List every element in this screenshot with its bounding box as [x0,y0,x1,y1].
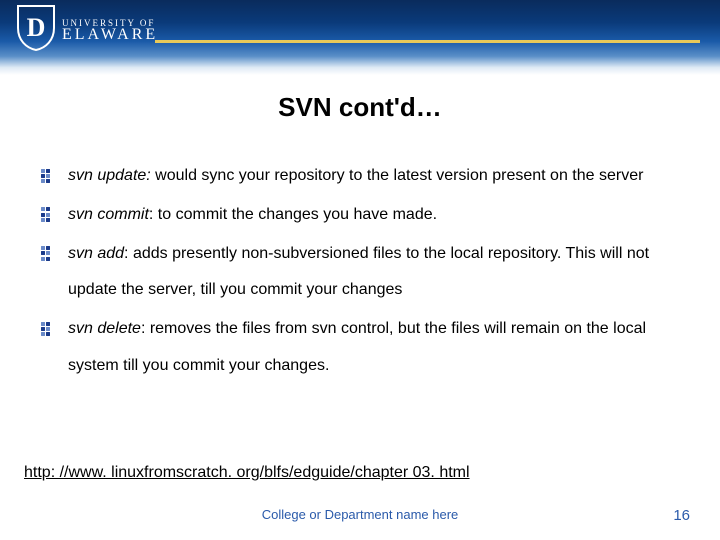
bullet-icon [40,168,54,182]
bullet-item: svn add: adds presently non-subversioned… [40,236,690,310]
bullet-item: svn update: would sync your repository t… [40,158,690,195]
bullet-icon [40,207,54,221]
bullet-text: : removes the files from svn control, bu… [68,320,646,374]
bullet-command: svn update: [68,167,151,184]
bullet-item: svn commit: to commit the changes you ha… [40,197,690,234]
footer-text: College or Department name here [0,507,720,522]
bullet-list: svn update: would sync your repository t… [40,158,690,385]
bullet-text: : adds presently non-subversioned files … [68,245,649,299]
bullet-item: svn delete: removes the files from svn c… [40,311,690,385]
svg-text:D: D [27,13,46,42]
bullet-icon [40,246,54,260]
logo-text: UNIVERSITY OF ELAWARE [62,18,158,44]
logo-line2: ELAWARE [62,26,158,44]
bullet-icon [40,321,54,335]
page-number: 16 [673,507,690,524]
bullet-text: : to commit the changes you have made. [149,206,437,223]
reference-link[interactable]: http: //www. linuxfromscratch. org/blfs/… [24,464,470,482]
bullet-command: svn add [68,245,124,262]
header-divider [155,40,700,43]
bullet-command: svn delete [68,320,141,337]
bullet-command: svn commit [68,206,149,223]
bullet-text: would sync your repository to the latest… [151,167,644,184]
content-body: svn update: would sync your repository t… [40,158,690,387]
slide-title: SVN cont'd… [0,92,720,123]
